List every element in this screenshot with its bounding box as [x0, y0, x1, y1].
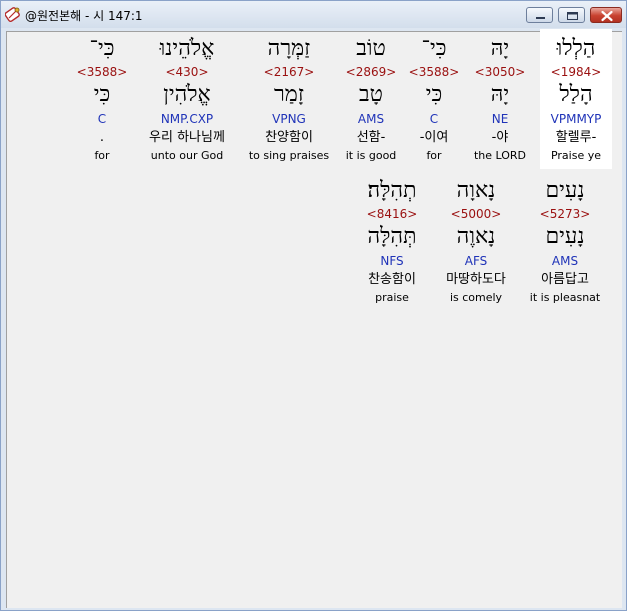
word-cell[interactable]: כִּי־ <3588> כִּי C . for — [62, 32, 142, 172]
hebrew-word: תְהִלָּה׃ — [367, 178, 417, 203]
korean-gloss: 마땅하도다 — [446, 272, 506, 287]
word-cell[interactable]: אֱלֹהֵינוּ <430> אֱלֹהִין NMP.CXP 우리 하나님… — [132, 32, 242, 172]
word-cell[interactable]: טוֹב <2869> טָב AMS 선함- it is good — [339, 32, 403, 172]
maximize-icon — [567, 12, 578, 20]
morphology-code: C — [429, 112, 439, 126]
strong-number[interactable]: <5000> — [432, 207, 520, 221]
morphology-code: AMS — [357, 112, 385, 126]
app-window: @원전본해 - 시 147:1 כִּי־ <3588> כִּי C . fo… — [0, 0, 627, 611]
hebrew-word: הַלְלוּ — [556, 36, 596, 61]
korean-gloss: 찬송함이 — [368, 272, 416, 287]
lemma-word: טָב — [359, 82, 383, 107]
scroll-app-icon[interactable] — [4, 6, 21, 23]
english-gloss: to sing praises — [248, 149, 330, 162]
english-gloss: it is pleasnat — [529, 291, 601, 304]
minimize-icon — [536, 17, 545, 19]
close-button[interactable] — [590, 7, 622, 23]
interlinear-content: כִּי־ <3588> כִּי C . for אֱלֹהֵינוּ <43… — [6, 29, 622, 608]
korean-gloss: 할렐루- — [555, 130, 597, 145]
hebrew-word: אֱלֹהֵינוּ — [159, 36, 215, 61]
hebrew-word: יָהּ — [490, 36, 510, 61]
korean-gloss: 찬양함이 — [265, 130, 313, 145]
strong-number[interactable]: <430> — [132, 65, 242, 79]
minimize-button[interactable] — [526, 7, 553, 23]
english-gloss: is comely — [449, 291, 503, 304]
lemma-word: נָעִים — [545, 224, 585, 249]
word-cell[interactable]: נָאוָה <5000> נָאוֶה AFS 마땅하도다 is comely — [432, 174, 520, 314]
strong-number[interactable]: <8416> — [352, 207, 432, 221]
morphology-code: AMS — [551, 254, 579, 268]
korean-gloss: 우리 하나님께 — [149, 130, 225, 145]
strong-number[interactable]: <2869> — [339, 65, 403, 79]
lemma-word: תְּהִלָּה — [367, 224, 417, 249]
english-gloss: for — [426, 149, 442, 162]
strong-number[interactable]: <1984> — [540, 65, 612, 79]
korean-gloss: 선함- — [356, 130, 386, 145]
morphology-code: NE — [491, 112, 509, 126]
strong-number[interactable]: <3588> — [405, 65, 463, 79]
english-gloss: for — [94, 149, 110, 162]
close-icon — [601, 10, 613, 22]
lemma-word: יָהּ — [490, 82, 510, 107]
word-cell[interactable]: כִּי־ <3588> כִּי C -이여 for — [405, 32, 463, 172]
lemma-word: כִּי — [425, 82, 443, 107]
window-title: @원전본해 - 시 147:1 — [25, 9, 143, 23]
morphology-code: VPMMYP — [550, 112, 602, 126]
english-gloss: the LORD — [473, 149, 527, 162]
strong-number[interactable]: <2167> — [239, 65, 339, 79]
title-bar[interactable]: @원전본해 - 시 147:1 — [1, 1, 626, 28]
strong-number[interactable]: <3050> — [467, 65, 533, 79]
hebrew-word: טוֹב — [356, 36, 386, 61]
morphology-code: VPNG — [272, 112, 306, 126]
hebrew-word: כִּי־ — [421, 36, 447, 61]
lemma-word: הָלַל — [559, 82, 593, 107]
word-cell[interactable]: תְהִלָּה׃ <8416> תְּהִלָּה NFS 찬송함이 prai… — [352, 174, 432, 314]
english-gloss: it is good — [345, 149, 397, 162]
word-cell[interactable]: נָעִים <5273> נָעִים AMS 아름답고 it is plea… — [522, 174, 608, 314]
lemma-word: זָמַר — [274, 82, 304, 107]
korean-gloss: 아름답고 — [541, 272, 589, 287]
english-gloss: Praise ye — [550, 149, 602, 162]
english-gloss: praise — [375, 291, 409, 304]
word-cell-selected[interactable]: הַלְלוּ <1984> הָלַל VPMMYP 할렐루- Praise … — [540, 32, 612, 172]
lemma-word: אֱלֹהִין — [163, 82, 211, 107]
english-gloss: unto our God — [150, 149, 224, 162]
korean-gloss: . — [99, 130, 105, 145]
hebrew-word: נָעִים — [545, 178, 585, 203]
hebrew-word: זַמְּרָה — [267, 36, 311, 61]
korean-gloss: -야 — [491, 130, 509, 145]
lemma-word: כִּי — [93, 82, 111, 107]
morphology-code: AFS — [464, 254, 488, 268]
morphology-code: NFS — [380, 254, 404, 268]
lemma-word: נָאוֶה — [456, 224, 496, 249]
word-cell[interactable]: יָהּ <3050> יָהּ NE -야 the LORD — [467, 32, 533, 172]
strong-number[interactable]: <5273> — [522, 207, 608, 221]
morphology-code: NMP.CXP — [160, 112, 214, 126]
strong-number[interactable]: <3588> — [62, 65, 142, 79]
korean-gloss: -이여 — [419, 130, 449, 145]
hebrew-word: כִּי־ — [89, 36, 115, 61]
word-cell[interactable]: זַמְּרָה <2167> זָמַר VPNG 찬양함이 to sing … — [239, 32, 339, 172]
morphology-code: C — [97, 112, 107, 126]
hebrew-word: נָאוָה — [456, 178, 496, 203]
maximize-button[interactable] — [558, 7, 585, 23]
